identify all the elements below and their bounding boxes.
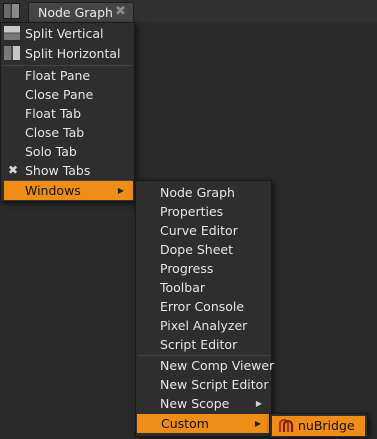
menu-item-label: Float Pane xyxy=(25,68,91,83)
pane-menu-icon[interactable] xyxy=(3,3,20,19)
menu-item-label: Node Graph xyxy=(160,185,235,200)
menu-item-error-console[interactable]: Error Console xyxy=(136,297,271,316)
menu-item-label: Pixel Analyzer xyxy=(160,318,248,333)
split-horizontal-icon xyxy=(4,46,20,60)
nubridge-logo-icon xyxy=(278,418,294,432)
menu-item-label: New Comp Viewer xyxy=(160,358,275,373)
menu-item-label: Progress xyxy=(160,261,214,276)
menu-item-script-editor[interactable]: Script Editor xyxy=(136,335,271,354)
menu-item-label: Windows xyxy=(25,183,81,198)
menu-item-label: Dope Sheet xyxy=(160,242,234,257)
chevron-right-icon: ▶ xyxy=(255,399,262,408)
menu-item-label: Float Tab xyxy=(25,106,82,121)
menu-item-dope-sheet[interactable]: Dope Sheet xyxy=(136,240,271,259)
menu-item-split-horizontal[interactable]: Split Horizontal xyxy=(1,44,134,63)
menu-item-custom[interactable]: Custom ▶ xyxy=(137,414,270,433)
menu-item-curve-editor[interactable]: Curve Editor xyxy=(136,221,271,240)
menu-item-toolbar[interactable]: Toolbar xyxy=(136,278,271,297)
menu-item-label: Properties xyxy=(160,204,224,219)
menu-item-show-tabs[interactable]: ✖ Show Tabs xyxy=(1,161,134,180)
menu-item-node-graph[interactable]: Node Graph xyxy=(136,183,271,202)
menu-item-properties[interactable]: Properties xyxy=(136,202,271,221)
menu-item-label: Script Editor xyxy=(160,337,238,352)
menu-item-pixel-analyzer[interactable]: Pixel Analyzer xyxy=(136,316,271,335)
menu-item-label: Split Horizontal xyxy=(25,46,121,61)
menu-item-close-tab[interactable]: Close Tab xyxy=(1,123,134,142)
menu-item-nubridge[interactable]: nuBridge xyxy=(272,416,365,436)
menu-item-label: Curve Editor xyxy=(160,223,238,238)
menu-item-new-scope[interactable]: New Scope ▶ xyxy=(136,394,271,413)
custom-submenu: nuBridge xyxy=(269,413,368,438)
menu-item-label: Toolbar xyxy=(160,280,206,295)
menu-item-float-tab[interactable]: Float Tab xyxy=(1,104,134,123)
menu-item-label: Error Console xyxy=(160,299,245,314)
menu-item-close-pane[interactable]: Close Pane xyxy=(1,85,134,104)
menu-item-label: nuBridge xyxy=(298,418,355,433)
tab-label: Node Graph xyxy=(38,5,113,20)
menu-item-progress[interactable]: Progress xyxy=(136,259,271,278)
close-icon[interactable]: ✖ xyxy=(115,4,126,19)
menu-item-new-script-editor[interactable]: New Script Editor xyxy=(136,375,271,394)
menu-item-label: Show Tabs xyxy=(25,163,91,178)
menu-item-label: Split Vertical xyxy=(25,26,104,41)
menu-item-split-vertical[interactable]: Split Vertical xyxy=(1,24,134,43)
menu-item-label: New Script Editor xyxy=(160,377,269,392)
tab-node-graph[interactable]: Node Graph ✖ xyxy=(28,2,134,22)
chevron-right-icon: ▶ xyxy=(117,186,124,195)
split-vertical-icon xyxy=(4,26,20,40)
menu-item-solo-tab[interactable]: Solo Tab xyxy=(1,142,134,161)
checkmark-icon: ✖ xyxy=(8,163,19,177)
menu-item-new-comp-viewer[interactable]: New Comp Viewer xyxy=(136,356,275,375)
menu-item-label: Close Pane xyxy=(25,87,94,102)
chevron-right-icon: ▶ xyxy=(254,419,261,428)
windows-submenu: Node Graph Properties Curve Editor Dope … xyxy=(135,180,275,437)
menu-item-label: Close Tab xyxy=(25,125,85,140)
menu-item-label: New Scope xyxy=(160,396,230,411)
pane-context-menu: Split Vertical Split Horizontal Float Pa… xyxy=(0,22,135,202)
tab-bar: Node Graph ✖ xyxy=(0,0,377,22)
menu-item-windows[interactable]: Windows ▶ xyxy=(4,181,133,200)
menu-item-float-pane[interactable]: Float Pane xyxy=(1,66,134,85)
menu-item-label: Custom xyxy=(161,416,209,431)
menu-item-label: Solo Tab xyxy=(25,144,77,159)
